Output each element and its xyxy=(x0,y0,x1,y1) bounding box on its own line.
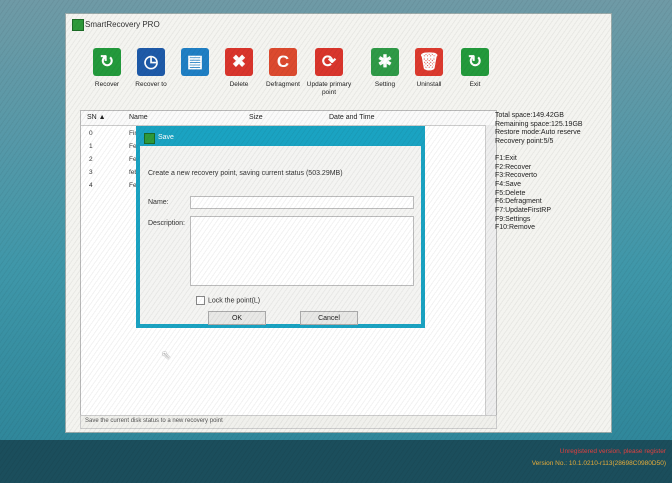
toolbar-label: Exit xyxy=(469,81,481,88)
cell-sn: 2 xyxy=(89,156,93,163)
save-dialog: Save Create a new recovery point, saving… xyxy=(136,126,425,328)
watermark-unregistered: Unregistered version, please register xyxy=(559,448,666,455)
cell-sn: 3 xyxy=(89,169,93,176)
column-date[interactable]: Date and Time xyxy=(329,114,375,121)
info-line: Total space:149.42GB xyxy=(495,112,564,119)
cancel-button[interactable]: Cancel xyxy=(300,311,358,325)
title-bar: SmartRecovery PRO xyxy=(66,14,611,34)
info-line: F6:Defragment xyxy=(495,198,542,206)
setting-icon: ✱ xyxy=(371,48,399,76)
delete-icon: ✖ xyxy=(225,48,253,76)
description-input[interactable] xyxy=(190,216,414,286)
cell-sn: 0 xyxy=(89,130,93,137)
toolbar-label: Update primary point xyxy=(306,81,352,96)
table-header: SN ▲ Name Size Date and Time xyxy=(81,111,496,126)
exit-icon: ↻ xyxy=(461,48,489,76)
uninstall-button[interactable]: 🗑 Uninstall xyxy=(406,48,452,110)
info-line: Remaining space:125.19GB xyxy=(495,120,583,128)
lock-point-checkbox[interactable]: Lock the point(L) xyxy=(196,296,260,305)
save-icon: ▤ xyxy=(181,48,209,76)
recover-to-icon: ◷ xyxy=(137,48,165,76)
info-line: F10:Remove xyxy=(495,224,536,232)
window-title: SmartRecovery PRO xyxy=(85,20,160,29)
defragment-button[interactable]: C Defragment xyxy=(260,48,306,110)
name-input[interactable] xyxy=(190,196,414,209)
dialog-title-bar[interactable]: Save xyxy=(140,130,421,146)
info-panel: Total space:149.42GB Remaining space:125.… xyxy=(495,112,605,233)
mouse-cursor-icon: ⇖ xyxy=(161,348,172,362)
toolbar-label: Setting xyxy=(374,81,396,88)
update-primary-icon: ⟳ xyxy=(315,48,343,76)
status-text: Save the current disk status to a new re… xyxy=(85,418,223,424)
info-line xyxy=(495,147,605,155)
recover-icon: ↻ xyxy=(93,48,121,76)
description-label: Description: xyxy=(148,220,185,227)
info-line: F3:Recoverto xyxy=(495,172,538,180)
recover-button[interactable]: ↻ Recover xyxy=(84,48,130,110)
setting-button[interactable]: ✱ Setting xyxy=(362,48,408,110)
toolbar-label: Uninstall xyxy=(416,81,442,88)
dialog-title: Save xyxy=(158,134,174,141)
delete-button[interactable]: ✖ Delete xyxy=(216,48,262,110)
toolbar-label: Delete xyxy=(229,81,249,88)
watermark: Unregistered version, please register Ve… xyxy=(532,446,666,470)
info-line: F5:Delete xyxy=(495,189,526,197)
defragment-icon: C xyxy=(269,48,297,76)
info-line: F7:UpdateFirstRP xyxy=(495,207,552,215)
dialog-app-icon xyxy=(144,133,155,144)
column-sn[interactable]: SN ▲ xyxy=(87,114,106,121)
ok-button[interactable]: OK xyxy=(208,311,266,325)
watermark-version: Version No.: 10.1.0210-r113(28698C0980D5… xyxy=(531,460,666,467)
info-line: Restore mode:Auto reserve xyxy=(495,129,581,137)
name-label: Name: xyxy=(148,199,169,206)
update-primary-button[interactable]: ⟳ Update primary point xyxy=(306,48,352,110)
column-name[interactable]: Name xyxy=(129,114,148,121)
status-bar: Save the current disk status to a new re… xyxy=(80,415,497,429)
column-size[interactable]: Size xyxy=(249,114,263,121)
lock-point-label: Lock the point(L) xyxy=(208,297,261,305)
cell-sn: 1 xyxy=(89,143,93,150)
info-line: Recovery point:5/5 xyxy=(495,138,554,146)
exit-button[interactable]: ↻ Exit xyxy=(452,48,498,110)
uninstall-icon: 🗑 xyxy=(415,48,443,76)
toolbar-label: Recover to xyxy=(135,81,167,88)
info-line: F2:Recover xyxy=(495,163,532,171)
cell-sn: 4 xyxy=(89,182,93,189)
info-line: F4:Save xyxy=(495,180,522,188)
save-button[interactable]: ▤ xyxy=(172,48,218,110)
toolbar-label: Defragment xyxy=(266,81,300,88)
app-icon xyxy=(72,19,84,31)
checkbox-box[interactable] xyxy=(196,296,205,305)
info-line: F1:Exit xyxy=(495,154,517,162)
recover-to-button[interactable]: ◷ Recover to xyxy=(128,48,174,110)
info-line: F9:Settings xyxy=(495,215,531,223)
dialog-message: Create a new recovery point, saving curr… xyxy=(148,170,343,177)
toolbar-label: Recover xyxy=(94,81,120,88)
